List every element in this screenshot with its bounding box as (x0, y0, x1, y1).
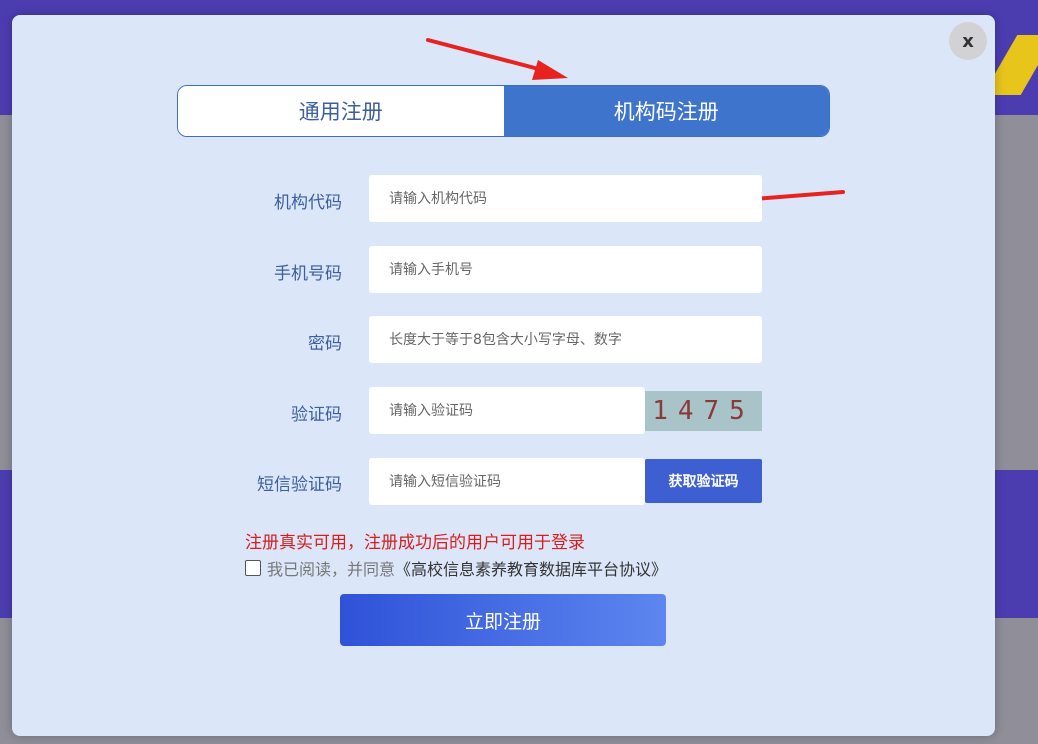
phone-field (369, 246, 762, 293)
captcha-label: 验证码 (291, 405, 342, 425)
agree-checkbox[interactable] (245, 560, 261, 576)
agree-text: 我已阅读，并同意 (267, 560, 396, 579)
sms-code-field (369, 458, 645, 505)
phone-input[interactable] (369, 246, 762, 293)
tab-general-register[interactable]: 通用注册 (178, 86, 504, 136)
register-submit-button[interactable]: 立即注册 (340, 594, 666, 646)
phone-label: 手机号码 (274, 264, 342, 284)
captcha-field (369, 387, 645, 434)
captcha-input[interactable] (369, 387, 645, 434)
password-field (369, 316, 762, 363)
password-input[interactable] (369, 316, 762, 363)
get-sms-code-button[interactable]: 获取验证码 (645, 459, 762, 503)
sms-code-input[interactable] (369, 458, 645, 505)
org-code-field (369, 175, 762, 222)
org-code-input[interactable] (369, 175, 762, 222)
tab-org-code-register[interactable]: 机构码注册 (503, 86, 829, 136)
agreement-link[interactable]: 《高校信息素养教育数据库平台协议》 (395, 556, 667, 580)
captcha-image[interactable]: 1475 (645, 391, 762, 431)
org-code-label: 机构代码 (274, 193, 342, 213)
notice-text: 注册真实可用，注册成功后的用户可用于登录 (245, 533, 585, 553)
annotation-arrow (426, 38, 568, 80)
close-icon[interactable]: x (949, 22, 987, 60)
password-label: 密码 (308, 334, 342, 354)
sms-code-label: 短信验证码 (257, 475, 342, 495)
register-tabs: 通用注册 机构码注册 (177, 85, 830, 137)
agreement-row: 我已阅读，并同意 《高校信息素养教育数据库平台协议》 (245, 556, 667, 580)
